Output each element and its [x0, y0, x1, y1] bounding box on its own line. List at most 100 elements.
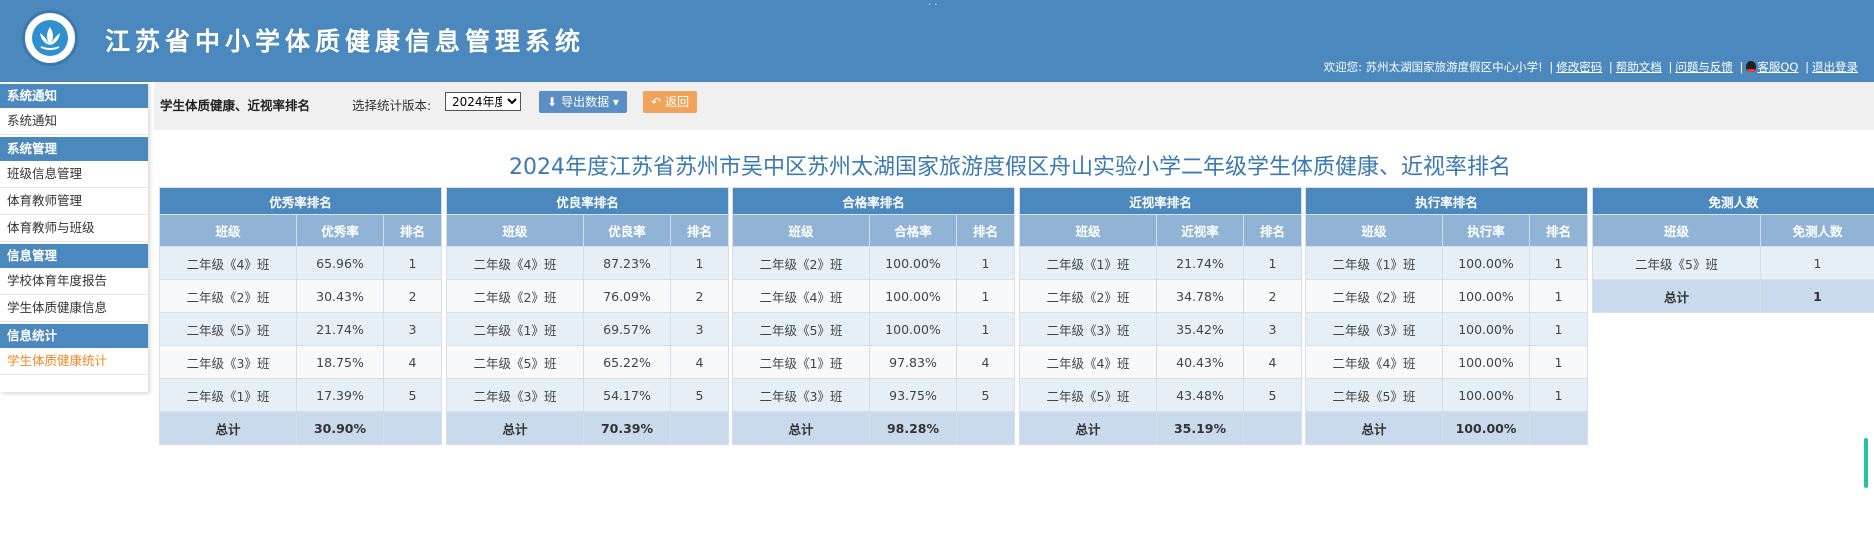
- good-rate-table: 优良率排名 班级 优良率 排名 二年级《4》班 87.23% 1 二年级《2》班 76…: [446, 187, 729, 445]
- class-cell: 二年级《3》班: [446, 378, 584, 412]
- rate-cell: 97.83%: [869, 345, 957, 379]
- sidebar-section-system[interactable]: 系统管理: [0, 137, 148, 161]
- total-rank: [1243, 411, 1302, 445]
- class-cell: 二年级《4》班: [1305, 345, 1443, 379]
- table-row: 二年级《1》班 17.39% 5: [159, 378, 442, 412]
- rank-cell: 1: [1243, 246, 1302, 280]
- rate-cell: 21.74%: [296, 312, 384, 346]
- total-value: 98.28%: [869, 411, 957, 445]
- total-value: 1: [1759, 279, 1874, 313]
- separator: |: [1739, 60, 1744, 74]
- logo-emblem-icon: [32, 20, 68, 56]
- rate-cell: 54.17%: [583, 378, 671, 412]
- back-label: 返回: [665, 95, 690, 109]
- total-row: 总计 70.39%: [446, 411, 729, 445]
- rate-cell: 30.43%: [296, 279, 384, 313]
- sidebar-item-health-stats[interactable]: 学生体质健康统计: [0, 348, 148, 375]
- customer-qq-link[interactable]: 客服QQ: [1757, 60, 1798, 74]
- class-cell: 二年级《2》班: [159, 279, 297, 313]
- version-select[interactable]: 2024年度: [445, 92, 521, 111]
- column-header: 优秀率: [296, 214, 384, 247]
- class-cell: 二年级《3》班: [1019, 312, 1157, 346]
- sidebar-item-system-notice[interactable]: 系统通知: [0, 108, 148, 135]
- sidebar-section-notice[interactable]: 系统通知: [0, 84, 148, 108]
- rate-cell: 100.00%: [1442, 345, 1530, 379]
- column-header: 近视率: [1156, 214, 1244, 247]
- pass-rate-table: 合格率排名 班级 合格率 排名 二年级《2》班 100.00% 1 二年级《4》班 1…: [732, 187, 1015, 445]
- total-rank: [670, 411, 729, 445]
- rate-cell: 87.23%: [583, 246, 671, 280]
- rate-cell: 18.75%: [296, 345, 384, 379]
- column-header: 免测人数: [1759, 214, 1874, 247]
- class-cell: 二年级《5》班: [159, 312, 297, 346]
- table-row: 二年级《1》班 21.74% 1: [1019, 246, 1302, 280]
- class-cell: 二年级《5》班: [1019, 378, 1157, 412]
- logout-link[interactable]: 退出登录: [1812, 60, 1858, 74]
- separator: |: [1805, 60, 1809, 74]
- scrollbar-thumb[interactable]: [1864, 438, 1868, 488]
- back-arrow-icon: ↶: [651, 95, 662, 109]
- rank-cell: 1: [956, 312, 1015, 346]
- execution-rate-table: 执行率排名 班级 执行率 排名 二年级《1》班 100.00% 1 二年级《2》班 1…: [1305, 187, 1588, 445]
- rank-cell: 1: [1529, 312, 1588, 346]
- class-cell: 二年级《3》班: [1305, 312, 1443, 346]
- rate-cell: 100.00%: [1442, 378, 1530, 412]
- total-label: 总计: [732, 411, 870, 445]
- table-row: 二年级《5》班 100.00% 1: [1305, 378, 1588, 412]
- separator: |: [1608, 60, 1613, 74]
- change-password-link[interactable]: 修改密码: [1556, 60, 1602, 74]
- class-cell: 二年级《3》班: [159, 345, 297, 379]
- class-cell: 二年级《1》班: [1019, 246, 1157, 280]
- table-row: 二年级《1》班 97.83% 4: [732, 345, 1015, 379]
- class-cell: 二年级《2》班: [1305, 279, 1443, 313]
- sidebar-item-pe-teachers[interactable]: 体育教师管理: [0, 188, 148, 215]
- column-header: 排名: [1529, 214, 1588, 247]
- separator: |: [1668, 60, 1673, 74]
- sidebar-item-class-info[interactable]: 班级信息管理: [0, 161, 148, 188]
- sidebar-item-annual-report[interactable]: 学校体育年度报告: [0, 268, 148, 295]
- class-cell: 二年级《4》班: [1019, 345, 1157, 379]
- version-label: 选择统计版本:: [352, 98, 432, 113]
- qq-icon: [1746, 61, 1757, 72]
- help-docs-link[interactable]: 帮助文档: [1616, 60, 1662, 74]
- rank-cell: 1: [1529, 345, 1588, 379]
- sidebar-item-teacher-class[interactable]: 体育教师与班级: [0, 215, 148, 242]
- table-row: 二年级《2》班 76.09% 2: [446, 279, 729, 313]
- total-label: 总计: [159, 411, 297, 445]
- rank-cell: 1: [1529, 378, 1588, 412]
- total-row: 总计 100.00%: [1305, 411, 1588, 445]
- table-row: 二年级《2》班 100.00% 1: [1305, 279, 1588, 313]
- rate-cell: 100.00%: [869, 279, 957, 313]
- class-cell: 二年级《1》班: [446, 312, 584, 346]
- sidebar-section-stats[interactable]: 信息统计: [0, 324, 148, 348]
- myopia-rate-table: 近视率排名 班级 近视率 排名 二年级《1》班 21.74% 1 二年级《2》班 34…: [1019, 187, 1302, 445]
- caret-down-icon: ▾: [609, 95, 619, 109]
- logo: [22, 10, 78, 66]
- table-row: 二年级《5》班 1: [1592, 246, 1874, 280]
- rate-cell: 35.42%: [1156, 312, 1244, 346]
- column-header: 班级: [446, 214, 584, 247]
- table-row: 二年级《1》班 100.00% 1: [1305, 246, 1588, 280]
- toolbar: 学生体质健康、近视率排名 选择统计版本: 2024年度 ⬇ 导出数据 ▾ ↶ 返回: [154, 82, 1874, 130]
- app-title: 江苏省中小学体质健康信息管理系统: [105, 27, 586, 56]
- total-label: 总计: [1305, 411, 1443, 445]
- sidebar-section-info[interactable]: 信息管理: [0, 244, 148, 268]
- total-row: 总计 98.28%: [732, 411, 1015, 445]
- total-value: 70.39%: [583, 411, 671, 445]
- back-button[interactable]: ↶ 返回: [643, 91, 698, 113]
- table-row: 二年级《4》班 65.96% 1: [159, 246, 442, 280]
- export-label: 导出数据: [561, 95, 610, 109]
- table-row: 二年级《5》班 43.48% 5: [1019, 378, 1302, 412]
- rank-cell: 4: [670, 345, 729, 379]
- table-row: 二年级《3》班 35.42% 3: [1019, 312, 1302, 346]
- total-label: 总计: [1019, 411, 1157, 445]
- rate-cell: 100.00%: [869, 312, 957, 346]
- excellent-rate-table: 优秀率排名 班级 优秀率 排名 二年级《4》班 65.96% 1 二年级《2》班 30…: [159, 187, 442, 445]
- rank-cell: 3: [670, 312, 729, 346]
- export-data-button[interactable]: ⬇ 导出数据 ▾: [539, 91, 627, 113]
- table-row: 二年级《4》班 87.23% 1: [446, 246, 729, 280]
- total-label: 总计: [1592, 279, 1761, 313]
- class-cell: 二年级《3》班: [732, 378, 870, 412]
- feedback-link[interactable]: 问题与反馈: [1675, 60, 1733, 74]
- sidebar-item-student-health[interactable]: 学生体质健康信息: [0, 295, 148, 322]
